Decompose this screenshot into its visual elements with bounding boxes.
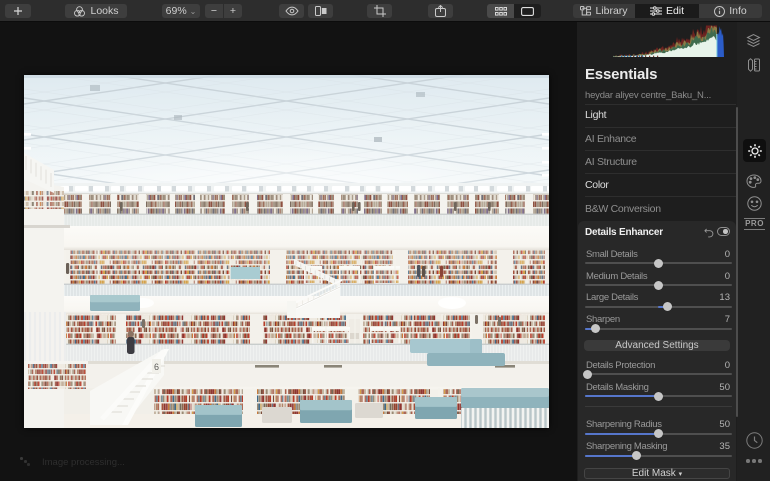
svg-text:6: 6 (154, 362, 159, 372)
